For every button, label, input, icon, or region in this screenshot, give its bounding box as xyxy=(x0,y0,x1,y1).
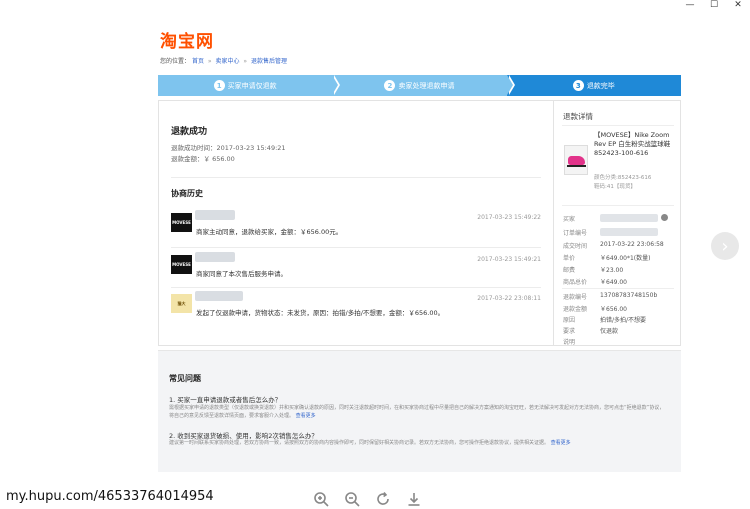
zoom-in-button[interactable] xyxy=(312,490,330,508)
detail-row-total: 商品总价 ￥649.00 xyxy=(563,279,627,286)
faq-question-1: 1. 买家一直申请退款或者售后怎么办？ xyxy=(169,396,282,404)
divider xyxy=(171,177,541,178)
product-thumbnail[interactable] xyxy=(564,145,588,175)
detail-row-refund-amount: 退款金额 ￥656.00 xyxy=(563,306,627,313)
minimize-button[interactable]: — xyxy=(678,0,702,10)
detail-row-refund-id: 退款编号 13708783748150b xyxy=(563,292,658,301)
history-title: 协商历史 xyxy=(171,189,203,198)
step-label: 买家申请仅退款 xyxy=(227,81,277,90)
maximize-button[interactable]: ☐ xyxy=(702,0,726,10)
history-item: MOVESE 2017-03-23 15:49:21 商家同意了本次售后服务申请… xyxy=(171,252,541,288)
faq-answer-1: 需根据买家申请的退款类型（仅退款或换货退款）并和买家确认退款的原因，同时关注退款… xyxy=(169,405,665,419)
zoom-out-icon xyxy=(345,492,360,507)
viewer-toolbar xyxy=(312,490,423,508)
step-number: 2 xyxy=(384,80,396,91)
step-number: 3 xyxy=(572,80,584,91)
history-item: MOVESE 2017-03-23 15:49:22 商家主动同意，退款给买家，… xyxy=(171,210,541,246)
refund-time: 退款成功时间：2017-03-23 15:49:21 xyxy=(171,144,286,152)
detail-row-note: 说明 xyxy=(563,339,576,346)
detail-row-reason: 原因 拍错/多拍/不想要 xyxy=(563,317,647,324)
refund-progress-steps: 1 买家申请仅退款 2 卖家处理退款申请 3 退款完毕 xyxy=(158,75,681,96)
history-time: 2017-03-23 15:49:21 xyxy=(477,256,541,263)
seller-avatar: MOVESE xyxy=(171,255,192,274)
detail-row-shipping: 邮费 ￥23.00 xyxy=(563,267,624,274)
wangwang-chat-icon[interactable] xyxy=(661,214,668,221)
chevron-right-icon: › xyxy=(721,235,729,257)
step-3: 3 退款完毕 xyxy=(506,75,681,96)
step-number: 1 xyxy=(213,80,225,91)
next-image-button[interactable]: › xyxy=(711,232,739,260)
refund-status-title: 退款成功 xyxy=(171,127,208,137)
faq-more-link-2[interactable]: 查看更多 xyxy=(551,440,571,446)
history-message: 发起了仅退款申请，货物状态：未发货，原因：拍错/多拍/不想要，金额：￥656.0… xyxy=(196,309,445,317)
step-2: 2 卖家处理退款申请 xyxy=(332,75,515,96)
divider xyxy=(171,287,541,288)
breadcrumb: 您的位置： 首页 » 卖家中心 » 退款售后管理 xyxy=(160,56,287,65)
rotate-button[interactable] xyxy=(374,490,392,508)
product-name[interactable]: 【MOVESE】Nike Zoom Rev EP 白生粉实战篮球鞋 852423… xyxy=(594,131,678,157)
step-1: 1 买家申请仅退款 xyxy=(158,75,341,96)
zoom-out-button[interactable] xyxy=(343,490,361,508)
faq-section: 常见问题 1. 买家一直申请退款或者售后怎么办？ 需根据买家申请的退款类型（仅退… xyxy=(158,350,681,472)
breadcrumb-home[interactable]: 首页 xyxy=(192,58,204,65)
watermark-url: my.hupu.com/46533764014954 xyxy=(6,489,214,504)
redacted-order-id xyxy=(600,228,658,236)
redacted-name xyxy=(195,210,235,220)
redacted-buyer xyxy=(600,214,658,222)
close-button[interactable]: ✕ xyxy=(726,0,750,10)
divider xyxy=(171,247,541,248)
detail-row-price: 单价 ￥649.00*1(数量) xyxy=(563,255,651,262)
refund-amount: 退款金额：￥ 656.00 xyxy=(171,155,235,163)
history-time: 2017-03-23 15:49:22 xyxy=(477,214,541,221)
detail-row-buyer: 买家 xyxy=(563,214,674,223)
seller-avatar: MOVESE xyxy=(171,213,192,232)
window-controls: — ☐ ✕ xyxy=(678,0,750,10)
detail-row-request: 要求 仅退款 xyxy=(563,328,619,335)
history-time: 2017-03-22 23:08:11 xyxy=(477,295,541,302)
taobao-logo: 淘宝网 xyxy=(160,32,214,52)
history-message: 商家同意了本次售后服务申请。 xyxy=(196,270,287,278)
breadcrumb-seller-center[interactable]: 卖家中心 xyxy=(215,58,239,65)
redacted-name xyxy=(195,252,235,262)
product-color: 颜色分类:852423-616 xyxy=(594,175,652,181)
step-label: 卖家处理退款申请 xyxy=(398,81,455,90)
breadcrumb-sep: » xyxy=(243,58,248,65)
divider xyxy=(562,205,674,206)
divider xyxy=(562,125,674,126)
rotate-icon xyxy=(377,491,389,505)
product-size: 鞋码:41【现货】 xyxy=(594,184,636,190)
refund-main-panel: 退款成功 退款成功时间：2017-03-23 15:49:21 退款金额：￥ 6… xyxy=(158,100,554,346)
faq-title: 常见问题 xyxy=(169,374,201,383)
zoom-in-icon xyxy=(314,492,329,507)
breadcrumb-prefix: 您的位置： xyxy=(160,58,191,65)
download-button[interactable] xyxy=(405,490,423,508)
detail-row-order-id: 订单编号 xyxy=(563,228,674,237)
detail-title: 退款详情 xyxy=(563,112,593,121)
history-item: 猫大 2017-03-22 23:08:11 发起了仅退款申请，货物状态：未发货… xyxy=(171,291,541,327)
history-message: 商家主动同意，退款给买家，金额：￥656.00元。 xyxy=(196,228,343,236)
image-viewer: — ☐ ✕ 淘宝网 您的位置： 首页 » 卖家中心 » 退款售后管理 1 买家申… xyxy=(0,0,750,509)
divider xyxy=(562,288,674,289)
refund-detail-panel: 退款详情 【MOVESE】Nike Zoom Rev EP 白生粉实战篮球鞋 8… xyxy=(554,100,681,346)
step-label: 退款完毕 xyxy=(586,81,615,90)
faq-answer-2: 建议第一时间联系买家协商处理，若双方协商一致，请按照双方的协商内容操作即可，同时… xyxy=(169,440,571,446)
faq-question-2: 2. 收到买家退货破损、使用，影响2次销售怎么办？ xyxy=(169,432,318,440)
download-icon xyxy=(408,493,420,506)
breadcrumb-sep: » xyxy=(207,58,212,65)
buyer-avatar: 猫大 xyxy=(171,294,192,313)
detail-row-deal-time: 成交时间 2017-03-22 23:06:58 xyxy=(563,241,664,250)
redacted-name xyxy=(195,291,243,301)
breadcrumb-refund-mgmt[interactable]: 退款售后管理 xyxy=(251,58,287,65)
faq-more-link-1[interactable]: 查看更多 xyxy=(296,413,316,419)
